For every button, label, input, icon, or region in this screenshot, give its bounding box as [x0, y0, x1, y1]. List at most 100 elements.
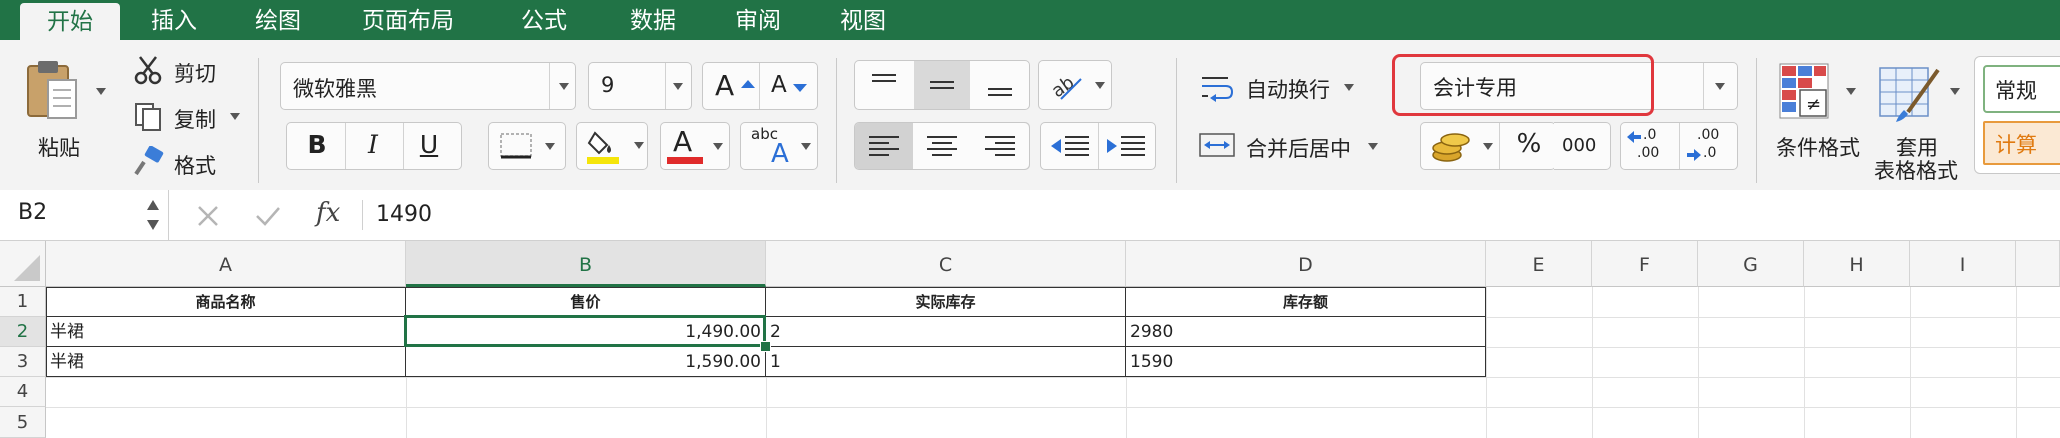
align-middle-button[interactable] [914, 61, 970, 109]
accounting-format-button[interactable] [1427, 127, 1479, 165]
orientation-caret[interactable] [1095, 82, 1105, 89]
wrap-text-caret[interactable] [1344, 84, 1354, 91]
cell-b1[interactable]: 售价 [406, 287, 766, 317]
fill-color-caret[interactable] [634, 142, 644, 149]
format-painter-label[interactable]: 格式 [174, 150, 216, 180]
row-header-3[interactable]: 3 [0, 347, 46, 377]
cell-c2[interactable]: 2 [766, 317, 1126, 347]
align-top-button[interactable] [857, 63, 911, 105]
font-size-caret[interactable] [673, 83, 683, 90]
fill-handle[interactable] [760, 341, 771, 352]
font-color-bar [667, 157, 703, 164]
cell-c1[interactable]: 实际库存 [766, 287, 1126, 317]
conditional-format-caret[interactable] [1846, 88, 1856, 95]
orientation-button[interactable]: ab [1038, 60, 1112, 110]
cut-icon[interactable] [132, 54, 164, 86]
format-painter-icon[interactable] [132, 145, 164, 178]
merge-center-label[interactable]: 合并后居中 [1246, 133, 1351, 163]
decrease-indent-button[interactable] [1045, 127, 1095, 165]
grow-font-button[interactable]: A [711, 69, 757, 103]
font-color-caret[interactable] [713, 143, 723, 150]
cut-label[interactable]: 剪切 [174, 58, 216, 88]
merge-center-caret[interactable] [1368, 143, 1378, 150]
formula-input[interactable]: 1490 [376, 202, 432, 227]
italic-button[interactable]: I [355, 130, 391, 162]
increase-indent-button[interactable] [1101, 127, 1151, 165]
thousands-button[interactable]: 000 [1554, 122, 1611, 170]
wrap-text-icon[interactable] [1198, 72, 1238, 102]
row-header-2[interactable]: 2 [0, 317, 46, 347]
style-normal[interactable]: 常规 [1983, 65, 2060, 113]
cell-a1[interactable]: 商品名称 [46, 287, 406, 317]
borders-button[interactable] [488, 122, 566, 170]
column-header-d[interactable]: D [1126, 241, 1486, 287]
column-header-e[interactable]: E [1486, 241, 1592, 287]
style-calc[interactable]: 计算 [1983, 121, 2060, 165]
tab-data[interactable]: 数据 [630, 0, 676, 40]
increase-decimal-button[interactable]: .0 .00 [1625, 125, 1677, 167]
phonetic-caret[interactable] [801, 143, 811, 150]
cell-d3[interactable]: 1590 [1126, 347, 1486, 377]
cell-a3[interactable]: 半裙 [46, 347, 406, 377]
tab-view[interactable]: 视图 [840, 0, 886, 40]
cell-c3[interactable]: 1 [766, 347, 1126, 377]
column-header-c[interactable]: C [766, 241, 1126, 287]
font-color-button[interactable]: A [660, 122, 730, 170]
borders-caret[interactable] [545, 143, 555, 150]
tab-page-layout[interactable]: 页面布局 [362, 0, 454, 40]
column-header-i[interactable]: I [1910, 241, 2016, 287]
decrease-decimal-button[interactable]: .00 .0 [1683, 125, 1735, 167]
underline-button[interactable]: U [411, 130, 447, 162]
cell-a2[interactable]: 半裙 [46, 317, 406, 347]
table-format-label-2[interactable]: 表格格式 [1874, 155, 1958, 185]
tab-review[interactable]: 审阅 [735, 0, 781, 40]
enter-check-icon[interactable] [254, 204, 282, 228]
insert-function-button[interactable]: fx [316, 198, 340, 228]
column-header-h[interactable]: H [1804, 241, 1910, 287]
copy-dropdown-caret[interactable] [230, 113, 240, 120]
phonetic-button[interactable]: abc A [740, 122, 818, 170]
align-right-button[interactable] [971, 123, 1029, 169]
tab-formulas[interactable]: 公式 [521, 0, 567, 40]
row-header-5[interactable]: 5 [0, 407, 46, 438]
conditional-format-button[interactable]: ≠ [1778, 60, 1832, 122]
percent-button[interactable]: % [1509, 129, 1549, 163]
select-all-button[interactable] [0, 241, 46, 287]
conditional-format-label[interactable]: 条件格式 [1776, 132, 1860, 162]
name-box-stepper-icon[interactable] [146, 198, 160, 232]
wrap-text-label[interactable]: 自动换行 [1246, 74, 1330, 104]
paste-dropdown-caret[interactable] [96, 88, 106, 95]
column-header-g[interactable]: G [1698, 241, 1804, 287]
copy-icon[interactable] [132, 100, 164, 132]
cell-b3[interactable]: 1,590.00 [406, 347, 766, 377]
column-header-f[interactable]: F [1592, 241, 1698, 287]
cancel-icon[interactable] [196, 204, 220, 228]
bold-button[interactable]: B [299, 130, 335, 162]
copy-label[interactable]: 复制 [174, 104, 216, 134]
shrink-font-button[interactable]: A [765, 69, 811, 103]
merge-center-icon[interactable] [1198, 130, 1238, 160]
row-header-4[interactable]: 4 [0, 377, 46, 407]
tab-home[interactable]: 开始 [20, 3, 120, 40]
tab-draw[interactable]: 绘图 [255, 0, 301, 40]
align-bottom-button[interactable] [973, 63, 1027, 105]
column-header-a[interactable]: A [46, 241, 406, 287]
align-center-button[interactable] [913, 123, 971, 169]
table-format-caret[interactable] [1950, 88, 1960, 95]
horizontal-align-group [854, 122, 1030, 170]
name-box[interactable]: B2 [0, 190, 169, 240]
font-name-select[interactable]: 微软雅黑 [280, 62, 576, 110]
column-header-partial[interactable] [2016, 241, 2060, 287]
number-format-caret[interactable] [1715, 83, 1725, 90]
cell-d2[interactable]: 2980 [1126, 317, 1486, 347]
align-left-button[interactable] [855, 123, 913, 169]
table-format-button[interactable] [1878, 60, 1944, 126]
accounting-format-caret[interactable] [1483, 143, 1493, 150]
paste-button[interactable] [22, 58, 92, 128]
cell-d1[interactable]: 库存额 [1126, 287, 1486, 317]
font-size-select[interactable]: 9 [588, 62, 692, 110]
column-header-b[interactable]: B [406, 241, 766, 287]
font-name-caret[interactable] [559, 83, 569, 90]
tab-insert[interactable]: 插入 [151, 0, 197, 40]
row-header-1[interactable]: 1 [0, 287, 46, 317]
